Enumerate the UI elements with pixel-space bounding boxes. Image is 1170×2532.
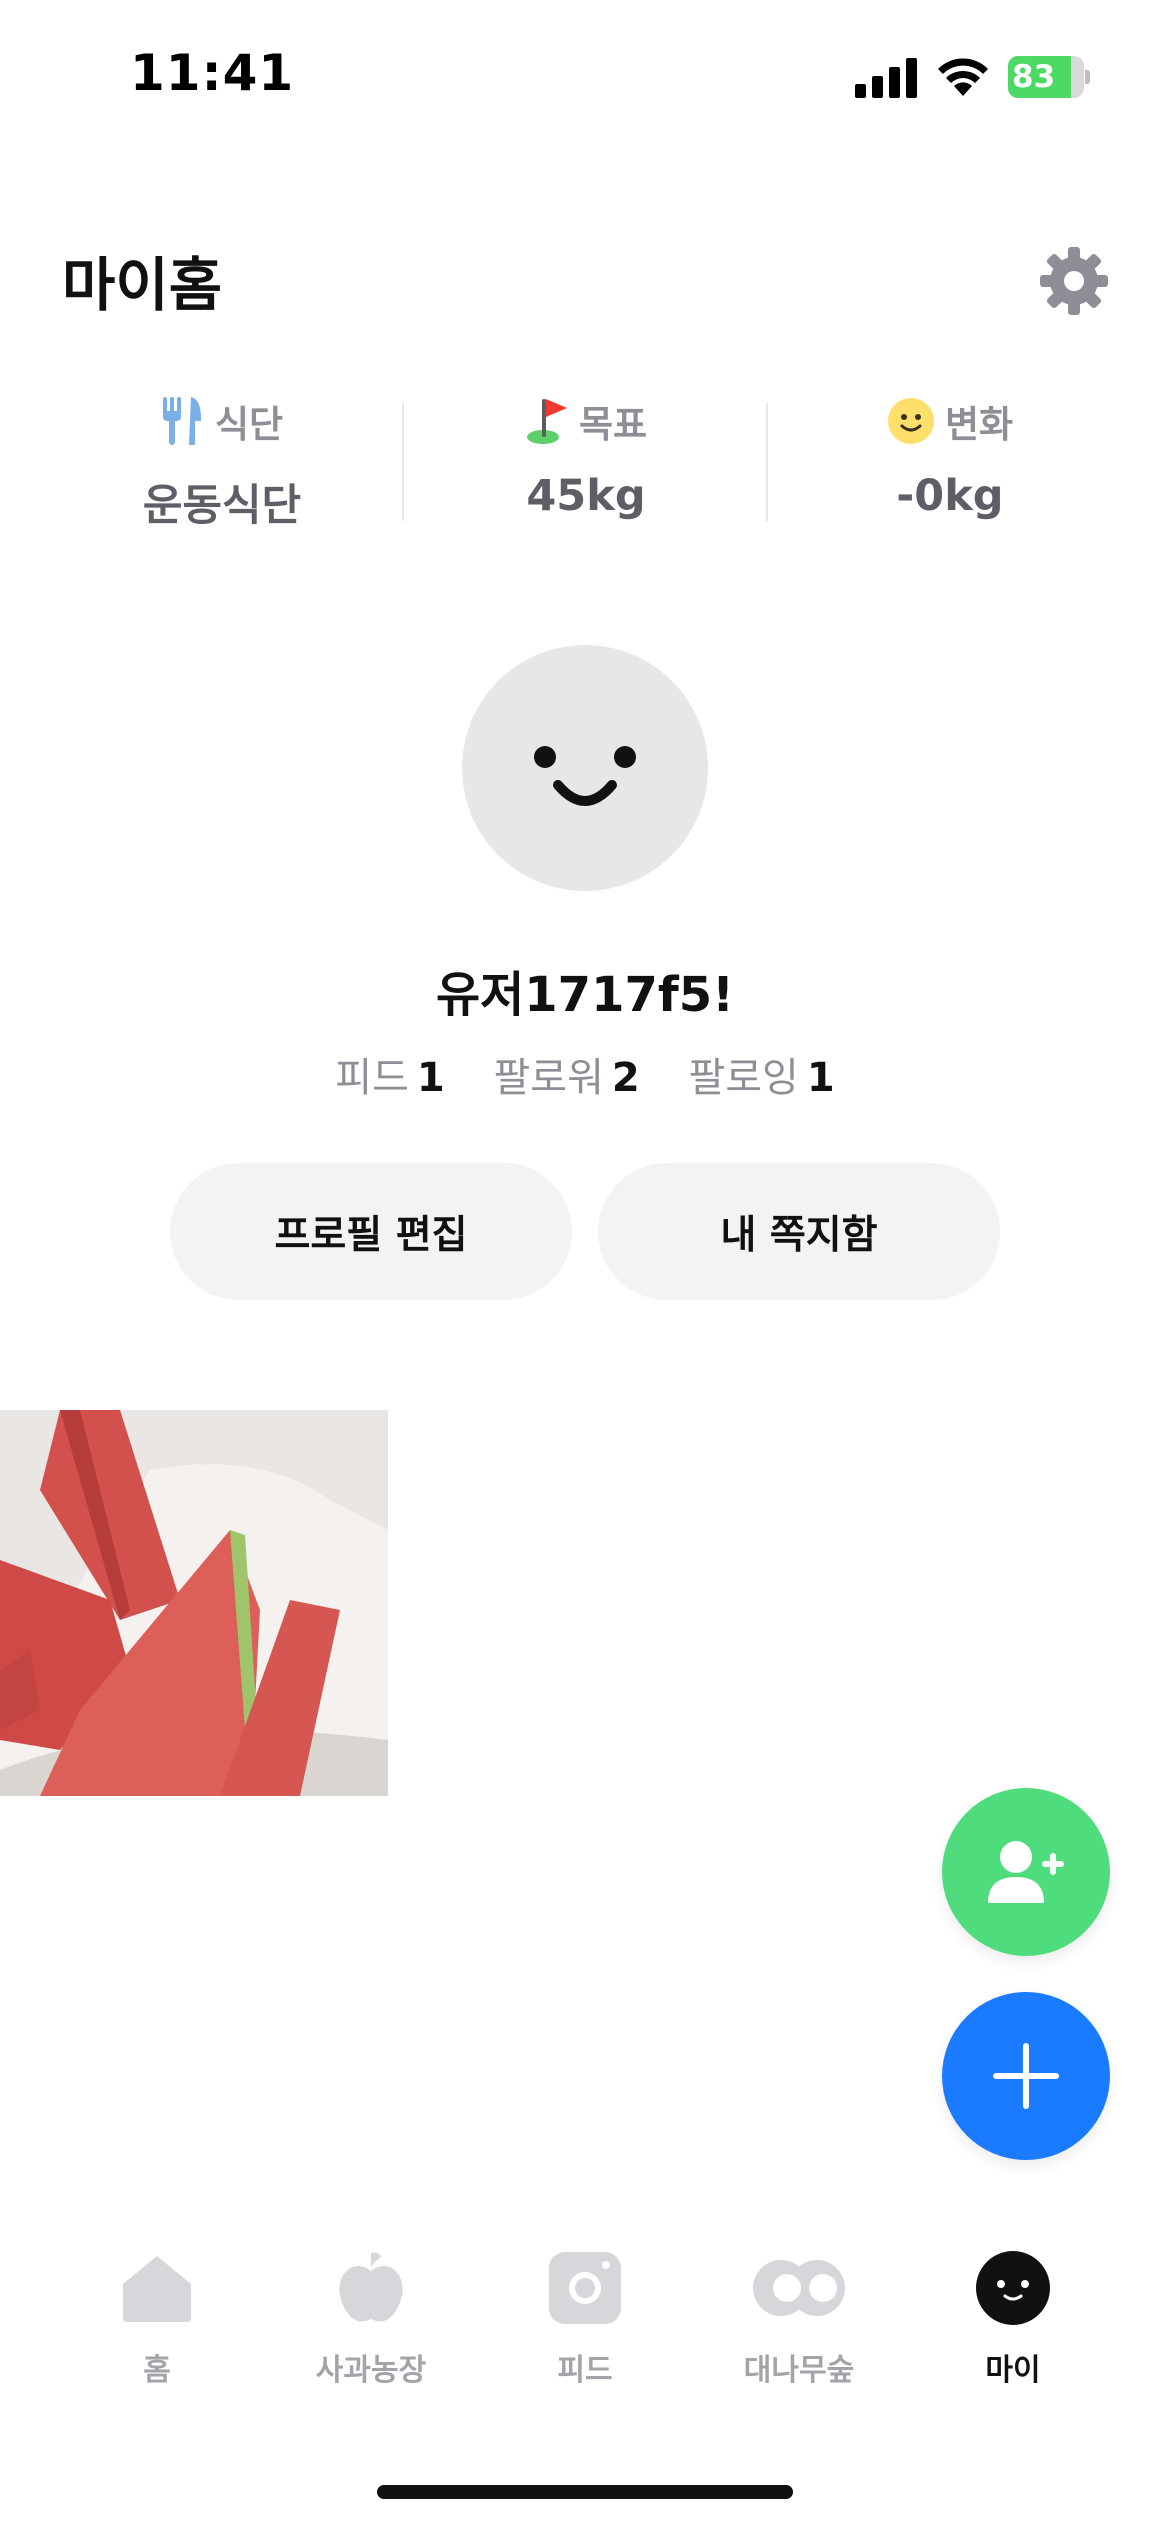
following-count: 1 — [806, 1055, 835, 1101]
nav-feed[interactable]: 피드 — [485, 2245, 685, 2425]
nav-my[interactable]: 마이 — [913, 2245, 1113, 2425]
camera-icon — [549, 2252, 621, 2324]
wifi-icon — [938, 58, 988, 96]
gear-icon — [1040, 247, 1108, 315]
flag-icon — [526, 399, 567, 444]
signal-icon — [855, 58, 917, 98]
stat-change[interactable]: 변화 -0kg — [768, 395, 1132, 530]
plus-icon — [993, 2043, 1059, 2109]
avatar[interactable] — [462, 645, 708, 891]
apple-icon — [339, 2252, 403, 2322]
nav-label: 피드 — [557, 2353, 613, 2388]
edit-profile-button[interactable]: 프로필 편집 — [170, 1163, 572, 1300]
stat-goal[interactable]: 목표 45kg — [404, 395, 768, 530]
home-indicator — [377, 2485, 793, 2499]
messages-button[interactable]: 내 쪽지함 — [598, 1163, 1000, 1300]
nav-apple-farm[interactable]: 사과농장 — [271, 2245, 471, 2425]
nav-label: 마이 — [985, 2353, 1041, 2388]
feed-thumbnail[interactable] — [0, 1410, 388, 1796]
battery-icon: 83 — [1008, 56, 1090, 98]
nav-label: 사과농장 — [315, 2353, 427, 2388]
eyes-icon — [753, 2260, 845, 2316]
follow-row: 피드 1 팔로워 2 팔로잉 1 — [0, 1045, 1170, 1103]
add-person-icon — [988, 1841, 1064, 1903]
my-face-icon — [976, 2251, 1050, 2325]
stat-label: 변화 — [944, 403, 1014, 446]
bottom-nav: 홈 사과농장 피드 대나무숲 마이 — [0, 2245, 1170, 2425]
feed-count-link[interactable]: 피드 1 — [335, 1045, 444, 1103]
add-friend-button[interactable] — [942, 1788, 1110, 1956]
page-title: 마이홈 — [62, 251, 223, 319]
stats-row: 식단 운동식단 목표 45kg 변화 -0kg — [0, 395, 1170, 531]
nav-bamboo-forest[interactable]: 대나무숲 — [699, 2245, 899, 2425]
stat-label: 식단 — [214, 403, 284, 446]
feed-count: 1 — [416, 1055, 445, 1101]
stat-value: -0kg — [896, 471, 1004, 521]
watermelon-photo — [0, 1410, 388, 1796]
username: 유저1717f5! — [435, 967, 735, 1023]
followers-link[interactable]: 팔로워 2 — [493, 1045, 639, 1103]
battery-percent: 83 — [1012, 59, 1056, 95]
stat-label: 목표 — [578, 403, 648, 446]
nav-label: 대나무숲 — [743, 2353, 855, 2388]
status-time: 11:41 — [130, 44, 295, 102]
create-post-button[interactable] — [942, 1992, 1110, 2160]
nav-home[interactable]: 홈 — [57, 2245, 257, 2425]
home-icon — [123, 2256, 191, 2322]
smile-face-icon — [534, 746, 636, 806]
stat-value: 운동식단 — [142, 481, 302, 531]
stat-value: 45kg — [526, 471, 646, 521]
smile-emoji-icon — [887, 398, 934, 444]
stat-diet[interactable]: 식단 운동식단 — [40, 395, 404, 531]
nav-label: 홈 — [143, 2353, 171, 2388]
status-bar: 11:41 83 — [0, 0, 1170, 150]
settings-button[interactable] — [1038, 245, 1110, 317]
fork-knife-icon — [162, 397, 201, 445]
followers-count: 2 — [611, 1055, 640, 1101]
following-link[interactable]: 팔로잉 1 — [688, 1045, 834, 1103]
